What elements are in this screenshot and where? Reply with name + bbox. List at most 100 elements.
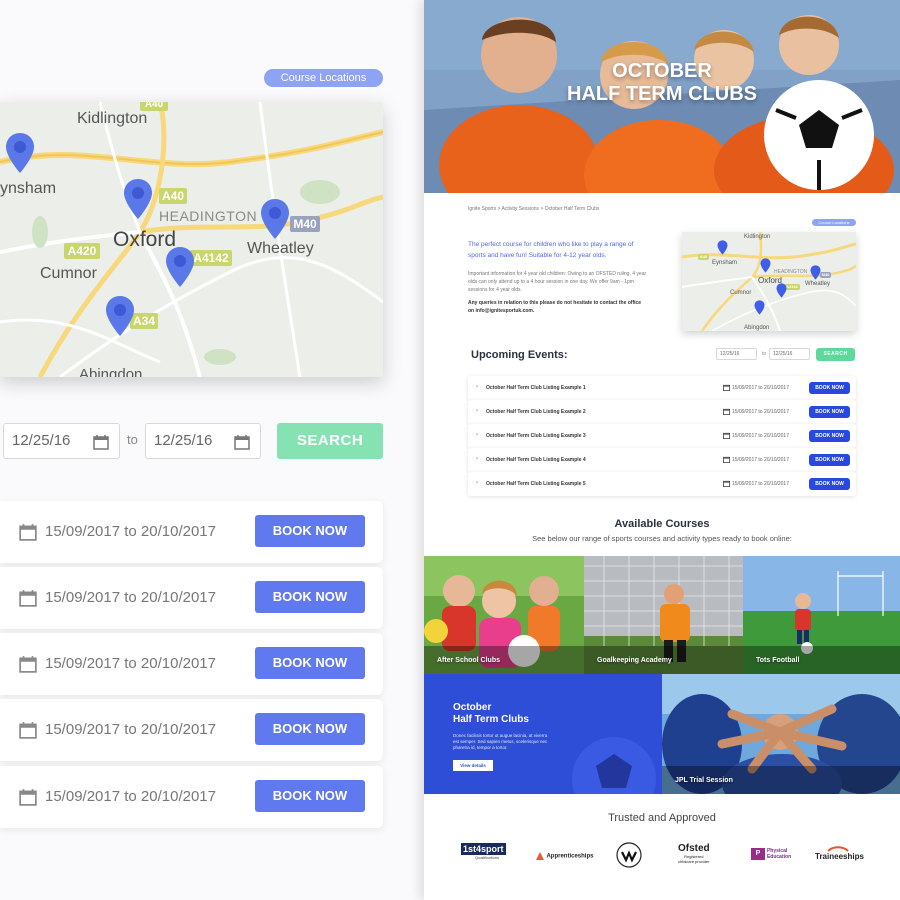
calendar-icon (723, 432, 730, 439)
book-now-button[interactable]: BOOK NOW (255, 780, 365, 812)
town-wheatley: Wheatley (247, 240, 314, 257)
promo-title: October Half Term Clubs (453, 702, 529, 725)
event-row[interactable]: › October Half Term Club Listing Example… (468, 472, 856, 496)
hero-banner: OCTOBER HALF TERM CLUBS (424, 0, 900, 193)
search-button[interactable]: SEARCH (277, 423, 383, 459)
trusted-heading: Trusted and Approved (608, 812, 716, 824)
event-dates: 15/09/2017 to 20/10/2017 (45, 655, 216, 672)
road-label-m40: M40 (290, 216, 320, 232)
town-abingdon: Abingdon (744, 325, 770, 331)
town-headington: HEADINGTON (159, 208, 258, 224)
view-details-button[interactable]: View details (453, 760, 493, 771)
apprenticeships-icon (536, 852, 544, 860)
event-dates: 15/09/2017 to 20/10/2017 (732, 385, 789, 391)
map-pin[interactable] (165, 246, 195, 288)
book-now-button[interactable]: BOOK NOW (809, 454, 850, 466)
tile-label: Tots Football (756, 657, 800, 664)
event-dates: 15/09/2017 to 20/10/2017 (732, 457, 789, 463)
available-courses-heading: Available Courses (614, 518, 710, 530)
map-pin[interactable] (754, 300, 765, 315)
town-cumnor: Cumnor (730, 290, 752, 296)
event-dates: 15/09/2017 to 20/10/2017 (45, 788, 216, 805)
road-label-a40: A40 (698, 254, 709, 260)
calendar-icon (19, 524, 37, 541)
course-locations-map-small[interactable]: Kidlington A40 Eynsham HEADINGTON M40 Ox… (682, 232, 856, 331)
course-tile-after-school[interactable]: After School Clubs (424, 556, 584, 674)
intro-query: Any queries in relation to this please d… (468, 300, 642, 314)
event-dates: 15/09/2017 to 20/10/2017 (732, 481, 789, 487)
to-date-input[interactable]: 12/25/16 (769, 348, 810, 360)
map-pin[interactable] (105, 295, 135, 337)
calendar-icon (19, 656, 37, 673)
book-now-button[interactable]: BOOK NOW (255, 713, 365, 745)
tile-label: After School Clubs (437, 657, 501, 664)
tile-label: Goalkeeping Academy (597, 657, 672, 664)
book-now-button[interactable]: BOOK NOW (809, 406, 850, 418)
logo-afpe: P Physical Education (751, 848, 791, 860)
breadcrumb[interactable]: Ignite Sports > Activity Sessions > Octo… (468, 206, 599, 212)
calendar-icon (723, 384, 730, 391)
logo-ofsted: Ofsted Registered childcare provider (678, 843, 710, 864)
chevron-right-icon[interactable]: › (476, 432, 478, 438)
map-pin[interactable] (810, 265, 821, 280)
calendar-icon[interactable] (234, 434, 250, 450)
course-tile-goalkeeping[interactable]: Goalkeeping Academy (584, 556, 743, 674)
event-row[interactable]: › October Half Term Club Listing Example… (468, 376, 856, 400)
event-row: 15/09/2017 to 20/10/2017 BOOK NOW (0, 699, 383, 761)
to-date-input[interactable]: 12/25/16 (145, 423, 261, 459)
course-locations-map[interactable]: A40 Kidlington ynsham A40 HEADINGTON M40… (0, 102, 383, 377)
road-label-m40: M40 (820, 272, 831, 278)
book-now-button[interactable]: BOOK NOW (809, 478, 850, 490)
promo-text: Donec facilisis tortor ut augue lacinia,… (453, 733, 548, 750)
book-now-button[interactable]: BOOK NOW (255, 647, 365, 679)
search-button[interactable]: SEARCH (816, 348, 855, 361)
event-row[interactable]: › October Half Term Club Listing Example… (468, 448, 856, 472)
logo-traineeships: Traineeships (815, 846, 864, 861)
course-tile-jpl[interactable]: JPL Trial Session (662, 674, 900, 794)
course-locations-pill[interactable]: Course Locations (812, 219, 856, 226)
town-wheatley: Wheatley (805, 281, 831, 287)
event-title: October Half Term Club Listing Example 1 (486, 385, 586, 391)
zoomed-detail-panel: Course Locations A40 Kidlington ynsham A… (0, 0, 424, 900)
book-now-button[interactable]: BOOK NOW (255, 515, 365, 547)
event-row[interactable]: › October Half Term Club Listing Example… (468, 424, 856, 448)
chevron-right-icon[interactable]: › (476, 408, 478, 414)
intro-body: Important information for 4 year old chi… (468, 271, 647, 293)
date-range-separator: to (127, 432, 138, 447)
from-date-input[interactable]: 12/25/16 (3, 423, 120, 459)
map-pin[interactable] (776, 283, 787, 298)
chevron-right-icon[interactable]: › (476, 456, 478, 462)
map-pin[interactable] (260, 198, 290, 240)
from-date-value: 12/25/16 (12, 432, 71, 449)
town-eynsham: ynsham (0, 180, 57, 197)
chevron-right-icon[interactable]: › (476, 480, 478, 486)
map-roads (0, 102, 383, 377)
map-pin[interactable] (760, 258, 771, 273)
chevron-right-icon[interactable]: › (476, 384, 478, 390)
course-locations-pill[interactable]: Course Locations (264, 69, 383, 87)
event-row[interactable]: › October Half Term Club Listing Example… (468, 400, 856, 424)
event-dates: 15/09/2017 to 20/10/2017 (732, 409, 789, 415)
book-now-button[interactable]: BOOK NOW (809, 430, 850, 442)
calendar-icon (723, 408, 730, 415)
book-now-button[interactable]: BOOK NOW (255, 581, 365, 613)
calendar-icon (19, 590, 37, 607)
event-row: 15/09/2017 to 20/10/2017 BOOK NOW (0, 766, 383, 828)
seal-icon (616, 842, 642, 868)
town-abingdon: Abingdon (79, 366, 143, 377)
hero-title: OCTOBER HALF TERM CLUBS (567, 60, 757, 105)
map-pin[interactable] (123, 178, 153, 220)
map-pin[interactable] (717, 240, 728, 255)
from-date-input[interactable]: 12/25/16 (716, 348, 757, 360)
event-dates: 15/09/2017 to 20/10/2017 (732, 433, 789, 439)
event-row: 15/09/2017 to 20/10/2017 BOOK NOW (0, 633, 383, 695)
map-pin[interactable] (5, 132, 35, 174)
intro-lead: The perfect course for children who like… (468, 241, 634, 259)
promo-october-half-term[interactable]: October Half Term Clubs Donec facilisis t… (424, 674, 662, 794)
book-now-button[interactable]: BOOK NOW (809, 382, 850, 394)
logo-apprenticeships: Apprenticeships (535, 851, 593, 861)
event-title: October Half Term Club Listing Example 4 (486, 457, 586, 463)
course-tile-tots[interactable]: Tots Football (743, 556, 900, 674)
date-range-separator: to (762, 351, 767, 357)
calendar-icon[interactable] (93, 434, 109, 450)
